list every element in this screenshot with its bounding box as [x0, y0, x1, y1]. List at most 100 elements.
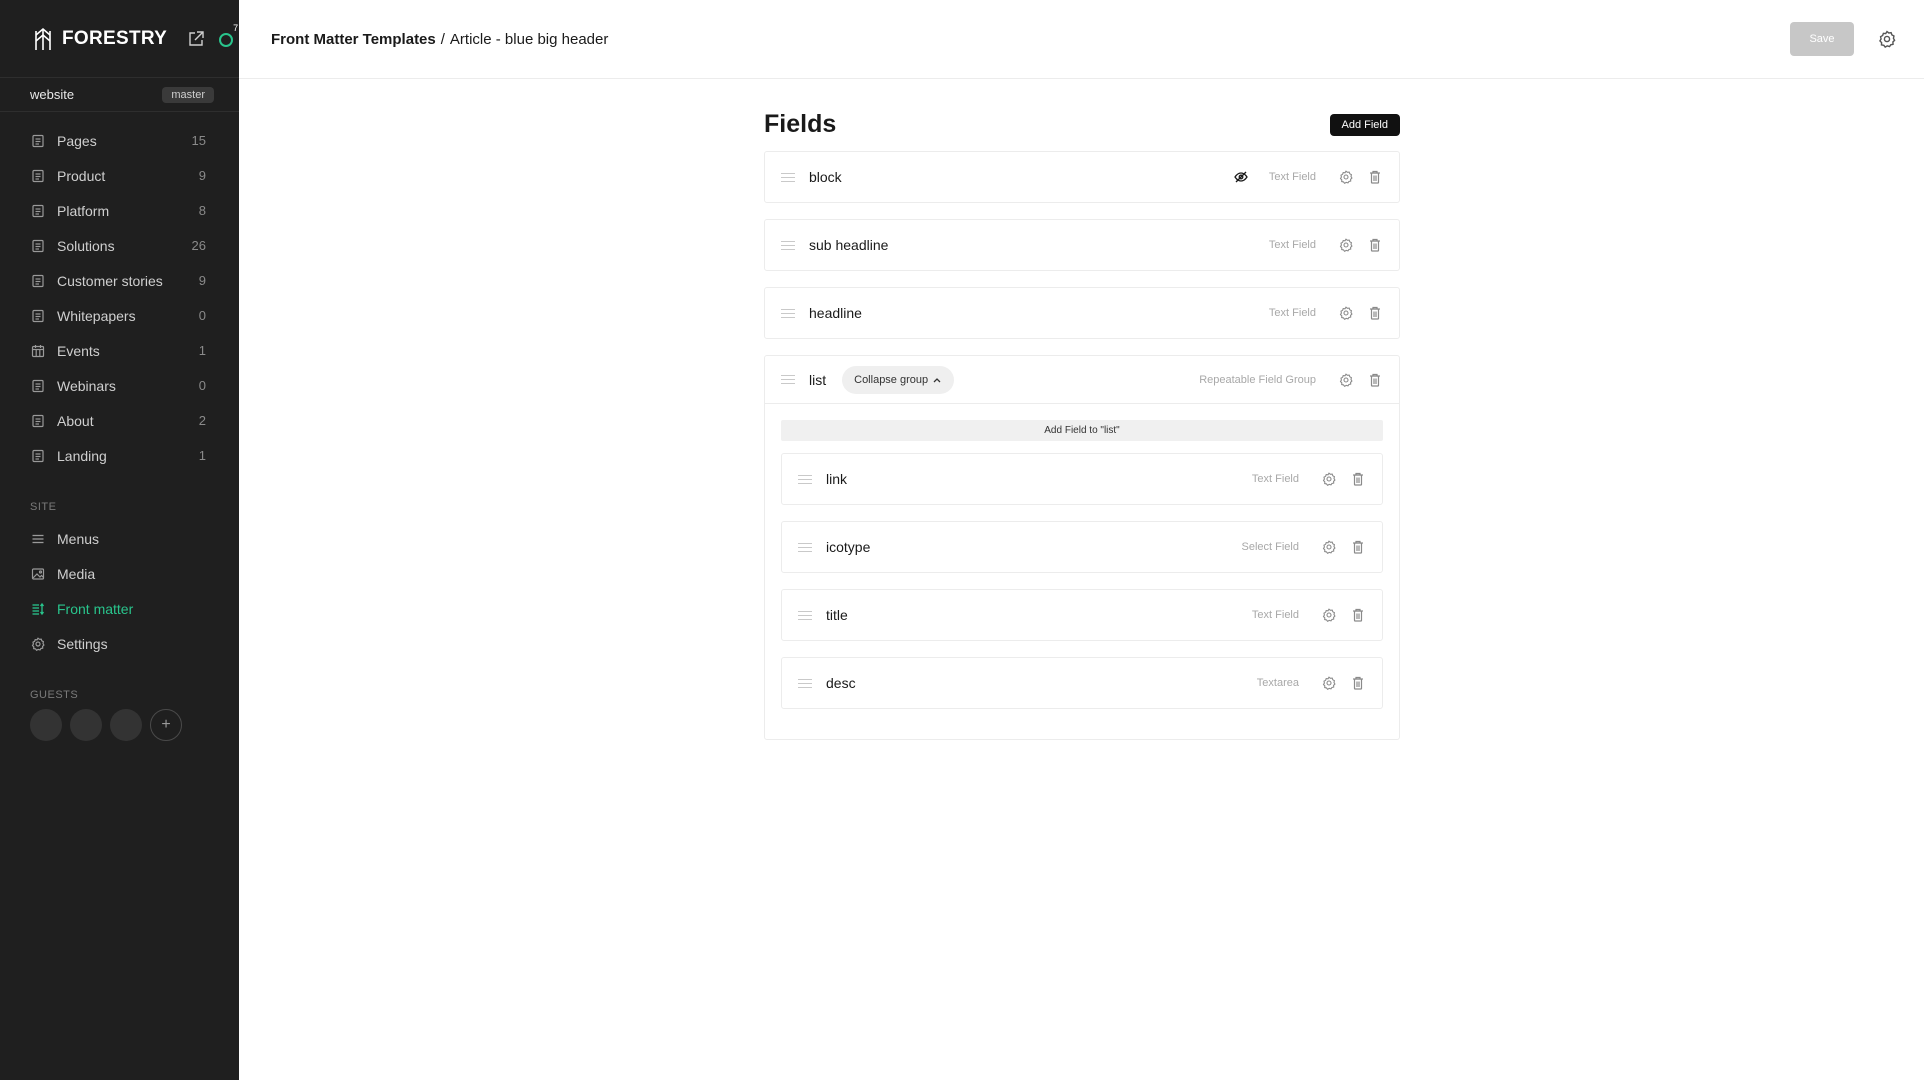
external-link-icon[interactable]	[187, 30, 205, 48]
trash-icon[interactable]	[1350, 607, 1366, 623]
sidebar-item-menus[interactable]: Menus	[0, 521, 239, 556]
fields-header: Fields Add Field	[764, 110, 1400, 139]
field-row[interactable]: sub headline Text Field	[764, 219, 1400, 271]
add-field-button[interactable]: Add Field	[1329, 113, 1400, 136]
sidebar-item-webinars[interactable]: Webinars 0	[0, 368, 239, 403]
field-settings-gear-icon[interactable]	[1321, 539, 1337, 555]
sidebar-item-front-matter[interactable]: Front matter	[0, 591, 239, 626]
status-ring	[219, 32, 234, 47]
field-settings-gear-icon[interactable]	[1338, 305, 1354, 321]
trash-icon[interactable]	[1350, 539, 1366, 555]
front-matter-icon	[30, 601, 46, 617]
field-group-card: list Collapse group Repeatable Field Gro…	[764, 355, 1400, 740]
drag-handle-icon[interactable]	[798, 474, 812, 484]
site-section-label: SITE	[30, 501, 57, 513]
settings-gear-icon[interactable]	[1878, 30, 1896, 48]
field-row[interactable]: title Text Field	[781, 589, 1383, 641]
sidebar-item-count: 0	[198, 308, 206, 323]
drag-handle-icon[interactable]	[798, 542, 812, 552]
collapse-group-label: Collapse group	[854, 373, 929, 386]
sidebar-item-settings[interactable]: Settings	[0, 626, 239, 661]
field-type: Textarea	[1256, 677, 1299, 689]
field-row[interactable]: link Text Field	[781, 453, 1383, 505]
collapse-group-button[interactable]: Collapse group	[842, 365, 955, 394]
field-row[interactable]: icotype Select Field	[781, 521, 1383, 573]
calendar-icon	[30, 343, 46, 359]
drag-handle-icon[interactable]	[798, 610, 812, 620]
document-icon	[30, 168, 46, 184]
document-icon	[30, 413, 46, 429]
drag-handle-icon[interactable]	[781, 172, 795, 182]
sidebar: FORESTRY 7 website master Pages 15 Produ…	[0, 0, 239, 1080]
sidebar-item-media[interactable]: Media	[0, 556, 239, 591]
sidebar-item-label: Solutions	[57, 237, 115, 254]
chevron-up-icon	[933, 377, 941, 382]
sidebar-item-platform[interactable]: Platform 8	[0, 193, 239, 228]
sidebar-item-events[interactable]: Events 1	[0, 333, 239, 368]
add-field-to-group-button[interactable]: Add Field to "list"	[781, 420, 1383, 441]
eye-hidden-icon[interactable]	[1233, 169, 1249, 185]
field-settings-gear-icon[interactable]	[1321, 607, 1337, 623]
document-icon	[30, 133, 46, 149]
sidebar-item-product[interactable]: Product 9	[0, 158, 239, 193]
drag-handle-icon[interactable]	[781, 375, 795, 384]
sidebar-item-count: 9	[198, 273, 206, 288]
field-group-header[interactable]: list Collapse group Repeatable Field Gro…	[765, 356, 1399, 404]
sidebar-item-pages[interactable]: Pages 15	[0, 123, 239, 158]
field-type: Select Field	[1241, 541, 1299, 553]
field-type: Text Field	[1251, 609, 1299, 621]
guest-avatar[interactable]	[110, 709, 142, 741]
trash-icon[interactable]	[1367, 305, 1383, 321]
brand-logo[interactable]: FORESTRY	[30, 26, 167, 52]
sidebar-item-whitepapers[interactable]: Whitepapers 0	[0, 298, 239, 333]
guest-avatar[interactable]	[70, 709, 102, 741]
branch-badge[interactable]: master	[162, 86, 214, 103]
document-icon	[30, 203, 46, 219]
sidebar-item-label: Media	[57, 565, 96, 582]
sidebar-item-count: 8	[198, 203, 206, 218]
field-row[interactable]: block Text Field	[764, 151, 1400, 203]
drag-handle-icon[interactable]	[781, 308, 795, 318]
guest-list: +	[0, 709, 239, 741]
drag-handle-icon[interactable]	[798, 678, 812, 688]
field-row[interactable]: headline Text Field	[764, 287, 1400, 339]
add-guest-button[interactable]: +	[150, 709, 182, 741]
sidebar-item-customer-stories[interactable]: Customer stories 9	[0, 263, 239, 298]
site-name: website	[30, 87, 75, 102]
image-icon	[30, 566, 46, 582]
trash-icon[interactable]	[1350, 675, 1366, 691]
field-settings-gear-icon[interactable]	[1338, 237, 1354, 253]
forestry-logo-icon	[35, 27, 51, 50]
sidebar-item-label: Pages	[57, 132, 97, 149]
document-icon	[30, 238, 46, 254]
deploy-status-icon[interactable]: 7	[219, 23, 238, 48]
trash-icon[interactable]	[1350, 471, 1366, 487]
sidebar-item-label: Settings	[57, 635, 108, 652]
site-nav: Menus Media Front matter Settings	[0, 521, 239, 661]
field-settings-gear-icon[interactable]	[1338, 169, 1354, 185]
field-settings-gear-icon[interactable]	[1321, 471, 1337, 487]
trash-icon[interactable]	[1367, 237, 1383, 253]
drag-handle-icon[interactable]	[781, 240, 795, 250]
guest-avatar[interactable]	[30, 709, 62, 741]
field-row[interactable]: desc Textarea	[781, 657, 1383, 709]
site-row[interactable]: website master	[0, 78, 239, 112]
save-button[interactable]: Save	[1790, 22, 1854, 56]
document-icon	[30, 273, 46, 289]
field-settings-gear-icon[interactable]	[1321, 675, 1337, 691]
field-name: desc	[826, 675, 856, 691]
sidebar-item-about[interactable]: About 2	[0, 403, 239, 438]
sidebar-item-solutions[interactable]: Solutions 26	[0, 228, 239, 263]
field-name: block	[809, 169, 842, 185]
sidebar-item-label: About	[57, 412, 94, 429]
trash-icon[interactable]	[1367, 169, 1383, 185]
sidebar-item-label: Platform	[57, 202, 110, 219]
document-icon	[30, 378, 46, 394]
breadcrumb-parent-link[interactable]: Front Matter Templates	[271, 31, 436, 48]
sidebar-item-landing[interactable]: Landing 1	[0, 438, 239, 473]
sidebar-item-label: Landing	[57, 447, 107, 464]
sidebar-item-label: Product	[57, 167, 106, 184]
trash-icon[interactable]	[1367, 372, 1383, 388]
field-name: sub headline	[809, 237, 889, 253]
field-settings-gear-icon[interactable]	[1338, 372, 1354, 388]
